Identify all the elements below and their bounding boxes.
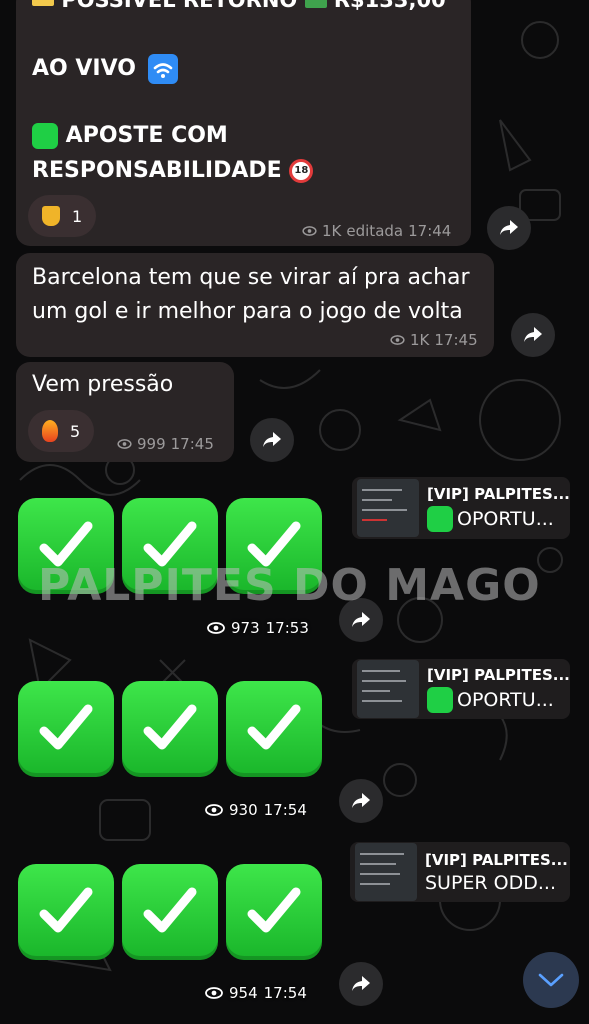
no-under-18-icon: 18 — [289, 159, 314, 183]
eye-icon — [117, 439, 132, 449]
check-mark-icon — [18, 681, 114, 777]
check-mark-icon — [226, 681, 322, 777]
share-arrow-icon — [500, 220, 518, 235]
share-arrow-icon — [263, 432, 281, 447]
reaction-trophy[interactable]: 1 — [28, 195, 97, 237]
bet-responsibly-line2: RESPONSABILIDADE 18 — [32, 158, 314, 183]
eye-icon — [302, 226, 317, 236]
money-bag-icon — [427, 686, 453, 713]
message-text-line1: Barcelona tem que se virar aí pra achar — [32, 265, 470, 290]
chevron-down-icon — [538, 973, 564, 987]
money-icon — [304, 0, 327, 8]
bet-responsibly-line1: APOSTE COM — [32, 123, 228, 149]
forward-button[interactable] — [339, 779, 383, 823]
check-mark-icon — [122, 864, 218, 960]
check-mark-icon — [226, 864, 322, 960]
trophy-icon — [42, 206, 60, 226]
possible-return-line: POSSÍVEL RETORNO R$133,00 — [32, 0, 446, 12]
reply-body: OPORTU... — [427, 505, 570, 532]
eye-icon — [390, 335, 405, 345]
reply-title: [VIP] PALPITES... — [427, 665, 570, 684]
eye-icon — [207, 622, 225, 634]
check-emoji-row — [18, 681, 322, 777]
share-arrow-icon — [352, 793, 370, 808]
wifi-icon — [147, 54, 178, 84]
reply-preview[interactable]: [VIP] PALPITES... SUPER ODD... — [350, 842, 570, 902]
message-meta: 1K 17:45 — [390, 331, 478, 349]
reply-title: [VIP] PALPITES... — [427, 484, 570, 503]
reaction-fire[interactable]: 5 — [28, 410, 95, 452]
eye-icon — [205, 804, 223, 816]
money-bag-icon — [427, 505, 453, 532]
reply-preview[interactable]: [VIP] PALPITES... OPORTU... — [352, 477, 570, 539]
check-mark-icon — [122, 681, 218, 777]
reply-preview[interactable]: [VIP] PALPITES... OPORTU... — [352, 659, 570, 719]
message-bubble-bet[interactable]: POSSÍVEL RETORNO R$133,00 AO VIVO APOSTE… — [16, 0, 471, 246]
fire-icon — [42, 420, 58, 442]
watermark: PALPITES DO MAGO — [38, 560, 541, 611]
forward-button[interactable] — [339, 962, 383, 1006]
message-text: Vem pressão — [32, 372, 174, 397]
message-meta: 930 17:54 — [205, 801, 307, 819]
share-arrow-icon — [524, 327, 542, 342]
message-meta: 1K editada 17:44 — [302, 222, 451, 240]
message-text-line2: um gol e ir melhor para o jogo de volta — [32, 299, 463, 324]
forward-button[interactable] — [511, 313, 555, 357]
forward-button[interactable] — [487, 206, 531, 250]
reply-thumbnail — [357, 479, 419, 537]
check-emoji-row — [18, 864, 322, 960]
reply-thumbnail — [357, 660, 419, 718]
live-line: AO VIVO — [32, 54, 178, 84]
message-meta: 973 17:53 — [207, 619, 309, 637]
reply-body: OPORTU... — [427, 686, 570, 713]
reply-body: SUPER ODD... — [425, 871, 557, 894]
check-mark-icon — [18, 864, 114, 960]
eye-icon — [205, 987, 223, 999]
share-arrow-icon — [352, 976, 370, 991]
share-arrow-icon — [352, 612, 370, 627]
reply-title: [VIP] PALPITES... — [425, 850, 568, 869]
message-meta: 999 17:45 — [117, 435, 214, 453]
message-bubble-comment[interactable]: Barcelona tem que se virar aí pra achar … — [16, 253, 494, 357]
chart-up-icon — [32, 0, 54, 6]
scroll-to-bottom-button[interactable] — [523, 952, 579, 1008]
reply-thumbnail — [355, 843, 417, 901]
message-bubble-short[interactable]: Vem pressão 5 999 17:45 — [16, 362, 234, 462]
message-meta: 954 17:54 — [205, 984, 307, 1002]
forward-button[interactable] — [250, 418, 294, 462]
money-bag-icon — [32, 123, 58, 149]
